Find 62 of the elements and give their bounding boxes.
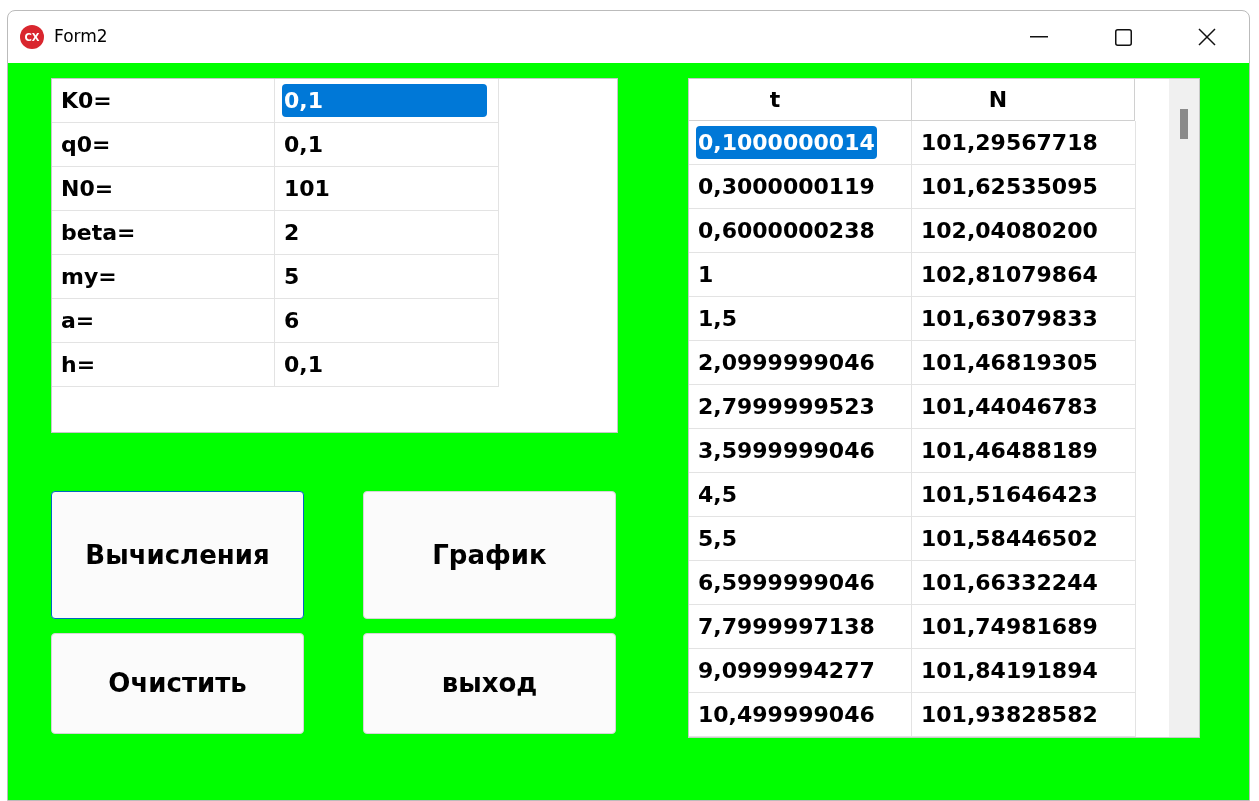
value-text: 0,1 [284, 351, 323, 379]
cell-text: 2,0999999046 [698, 349, 875, 377]
parameter-label: N0= [52, 167, 275, 211]
maximize-icon [1114, 28, 1132, 46]
action-button[interactable]: График [363, 491, 616, 619]
cell-text: 1 [698, 261, 714, 289]
table-cell: 101,84191894 [912, 649, 1136, 693]
table-cell: 101,58446502 [912, 517, 1136, 561]
parameter-label: h= [52, 343, 275, 387]
table-cell: 101,44046783 [912, 385, 1136, 429]
cell-text: 0,1000000014 [696, 126, 877, 159]
column-header[interactable]: t [689, 79, 912, 121]
cell-text: 0,3000000119 [698, 173, 875, 201]
cell-text: 4,5 [698, 481, 737, 509]
close-icon [1198, 28, 1216, 46]
scrollbar-thumb[interactable] [1180, 109, 1188, 139]
table-cell: 101,46488189 [912, 429, 1136, 473]
cell-text: 9,0999994277 [698, 657, 875, 685]
cell-text: 0,6000000238 [698, 217, 875, 245]
app-icon: CX [20, 25, 44, 49]
table-cell: 101,62535095 [912, 165, 1136, 209]
value-text: 0,1 [282, 84, 487, 117]
value-text: 2 [284, 219, 300, 247]
parameter-label: beta= [52, 211, 275, 255]
parameter-value[interactable]: 5 [275, 255, 499, 299]
table-cell: 102,81079864 [912, 253, 1136, 297]
table-cell: 102,04080200 [912, 209, 1136, 253]
scrollbar[interactable] [1169, 79, 1199, 737]
window-title: Form2 [54, 25, 108, 49]
table-cell: 101,66332244 [912, 561, 1136, 605]
parameter-value[interactable]: 0,1 [275, 79, 499, 123]
cell-text: 6,5999999046 [698, 569, 875, 597]
action-button[interactable]: Очистить [51, 633, 304, 734]
value-text: 6 [284, 307, 300, 335]
cell-text: 3,5999999046 [698, 437, 875, 465]
value-text: 101 [284, 175, 330, 203]
minimize-icon [1030, 36, 1048, 38]
value-text: 0,1 [284, 131, 323, 159]
parameter-label: my= [52, 255, 275, 299]
cell-text: 7,7999997138 [698, 613, 875, 641]
parameter-value[interactable]: 0,1 [275, 343, 499, 387]
table-cell: 101,29567718 [912, 121, 1136, 165]
cell-text: 5,5 [698, 525, 737, 553]
cell-text: 1,5 [698, 305, 737, 333]
table-cell: 101,51646423 [912, 473, 1136, 517]
table-cell: 101,74981689 [912, 605, 1136, 649]
action-button[interactable]: Вычисления [51, 491, 304, 619]
parameter-value[interactable]: 2 [275, 211, 499, 255]
cell-text: 2,7999999523 [698, 393, 875, 421]
parameter-value[interactable]: 101 [275, 167, 499, 211]
value-text: 5 [284, 263, 300, 291]
action-button[interactable]: выход [363, 633, 616, 734]
parameter-value[interactable]: 6 [275, 299, 499, 343]
parameter-label: K0= [52, 79, 275, 123]
column-header[interactable]: N [912, 79, 1135, 121]
table-cell: 101,93828582 [912, 693, 1136, 737]
parameter-value[interactable]: 0,1 [275, 123, 499, 167]
cell-text: 10,499999046 [698, 701, 875, 729]
table-cell: 101,63079833 [912, 297, 1136, 341]
parameter-label: q0= [52, 123, 275, 167]
table-cell: 101,46819305 [912, 341, 1136, 385]
parameter-label: a= [52, 299, 275, 343]
